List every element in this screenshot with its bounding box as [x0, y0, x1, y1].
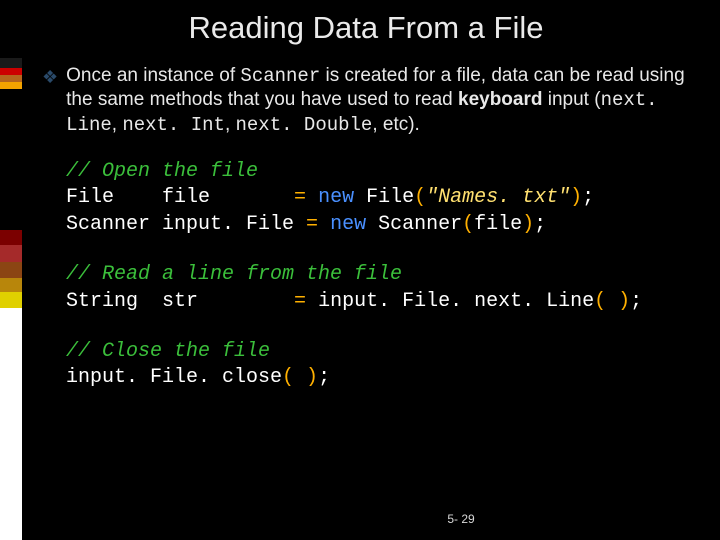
code-text: ; — [582, 186, 594, 209]
code-paren: ( — [462, 213, 474, 236]
slide-title: Reading Data From a File — [42, 0, 690, 64]
code-paren: ) — [522, 213, 534, 236]
code-text: Scanner — [366, 213, 462, 236]
code-paren: ( ) — [594, 290, 630, 313]
code-text: ; — [534, 213, 546, 236]
text-fragment: , — [225, 114, 236, 135]
bullet-item: ❖ Once an instance of Scanner is created… — [42, 64, 690, 137]
text-fragment: , — [112, 114, 123, 135]
code-block-open: // Open the file File file = new File("N… — [66, 159, 690, 238]
code-text: ; — [318, 366, 330, 389]
code-op: = — [294, 290, 306, 313]
code-text — [306, 186, 318, 209]
code-block-close: // Close the file input. File. close( ); — [66, 339, 690, 392]
code-block-read: // Read a line from the file String str … — [66, 262, 690, 315]
slide-content: Reading Data From a File ❖ Once an insta… — [22, 0, 720, 540]
decorative-stripe — [0, 0, 22, 540]
code-op: = — [306, 213, 318, 236]
code-inline: next. Double — [236, 114, 373, 136]
diamond-bullet-icon: ❖ — [42, 67, 58, 88]
code-text: file — [474, 213, 522, 236]
text-strong: keyboard — [458, 89, 542, 110]
code-inline: Scanner — [240, 65, 320, 87]
text-fragment: , etc). — [372, 114, 420, 135]
code-inline: next. Int — [122, 114, 225, 136]
code-paren: ( ) — [282, 366, 318, 389]
code-comment: // Open the file — [66, 160, 258, 183]
code-text: File file — [66, 186, 294, 209]
code-comment: // Read a line from the file — [66, 263, 402, 286]
page-number: 5- 29 — [112, 512, 720, 526]
code-paren: ) — [570, 186, 582, 209]
code-keyword: new — [318, 186, 354, 209]
code-string: "Names. txt" — [426, 186, 570, 209]
code-text: input. File. next. Line — [306, 290, 594, 313]
code-op: = — [294, 186, 306, 209]
code-text: ; — [630, 290, 642, 313]
code-text: File — [354, 186, 414, 209]
code-paren: ( — [414, 186, 426, 209]
text-fragment: input ( — [542, 89, 600, 110]
code-text: String str — [66, 290, 294, 313]
code-text: Scanner input. File — [66, 213, 306, 236]
code-text — [318, 213, 330, 236]
code-keyword: new — [330, 213, 366, 236]
code-comment: // Close the file — [66, 340, 270, 363]
code-text: input. File. close — [66, 366, 282, 389]
text-fragment: Once an instance of — [66, 65, 240, 86]
bullet-text: Once an instance of Scanner is created f… — [66, 64, 690, 137]
